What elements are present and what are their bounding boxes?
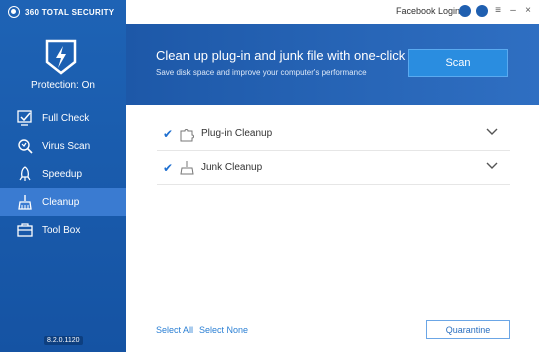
full-check-icon [16, 109, 34, 127]
junk-cleanup-label: Junk Cleanup [201, 162, 263, 173]
sidebar-item-toolbox[interactable]: Tool Box [0, 216, 126, 244]
banner-subtitle: Save disk space and improve your compute… [156, 68, 367, 77]
protection-status: Protection: On [31, 80, 95, 91]
scan-button[interactable]: Scan [408, 49, 508, 77]
window-controls: ≡ – × [459, 5, 533, 17]
menu-icon[interactable]: ≡ [493, 5, 503, 17]
banner-title: Clean up plug-in and junk file with one-… [156, 48, 406, 63]
brand-name: 360 TOTAL SECURITY [25, 7, 115, 17]
sidebar-item-full-check[interactable]: Full Check [0, 104, 126, 132]
list-item-junk-cleanup[interactable]: ✔ Junk Cleanup [157, 151, 510, 185]
sidebar-item-label: Cleanup [42, 196, 80, 208]
sidebar-item-label: Tool Box [42, 224, 81, 236]
sidebar-item-label: Speedup [42, 168, 83, 180]
checkbox-checked-icon[interactable]: ✔ [163, 161, 177, 175]
chevron-down-icon[interactable] [486, 162, 498, 170]
version-label: 8.2.0.1120 [44, 336, 83, 345]
minimize-icon[interactable]: – [508, 5, 518, 17]
facebook-login-link[interactable]: Facebook Login [396, 6, 460, 16]
360-logo-icon [8, 6, 20, 18]
sidebar-item-label: Full Check [42, 112, 90, 124]
sidebar-item-speedup[interactable]: Speedup [0, 160, 126, 188]
title-bar: Facebook Login ≡ – × [126, 0, 539, 24]
plugin-cleanup-label: Plug-in Cleanup [201, 128, 273, 139]
speedup-icon [16, 165, 34, 183]
checkbox-checked-icon[interactable]: ✔ [163, 127, 177, 141]
virus-scan-icon [16, 137, 34, 155]
toolbox-icon [16, 221, 34, 239]
select-all-link[interactable]: Select All [156, 325, 193, 335]
sidebar-item-virus-scan[interactable]: Virus Scan [0, 132, 126, 160]
brand-logo: 360 TOTAL SECURITY [8, 6, 114, 18]
sidebar-item-cleanup[interactable]: Cleanup [0, 188, 126, 216]
cleanup-banner: Clean up plug-in and junk file with one-… [126, 24, 539, 105]
cleanup-icon [16, 193, 34, 211]
shield-icon [45, 39, 77, 75]
chevron-down-icon[interactable] [486, 128, 498, 136]
user-avatar-icon[interactable] [459, 5, 471, 17]
sidebar-nav: Full Check Virus Scan Speedup Cleanup To… [0, 104, 126, 244]
sidebar: 360 TOTAL SECURITY Protection: On Full C… [0, 0, 126, 352]
quarantine-button[interactable]: Quarantine [426, 320, 510, 339]
list-item-plugin-cleanup[interactable]: ✔ Plug-in Cleanup [157, 117, 510, 151]
broom-icon [180, 160, 194, 174]
sidebar-item-label: Virus Scan [42, 140, 91, 152]
skin-shirt-icon[interactable] [476, 5, 488, 17]
close-icon[interactable]: × [523, 5, 533, 17]
puzzle-icon [180, 128, 194, 141]
select-none-link[interactable]: Select None [199, 325, 248, 335]
